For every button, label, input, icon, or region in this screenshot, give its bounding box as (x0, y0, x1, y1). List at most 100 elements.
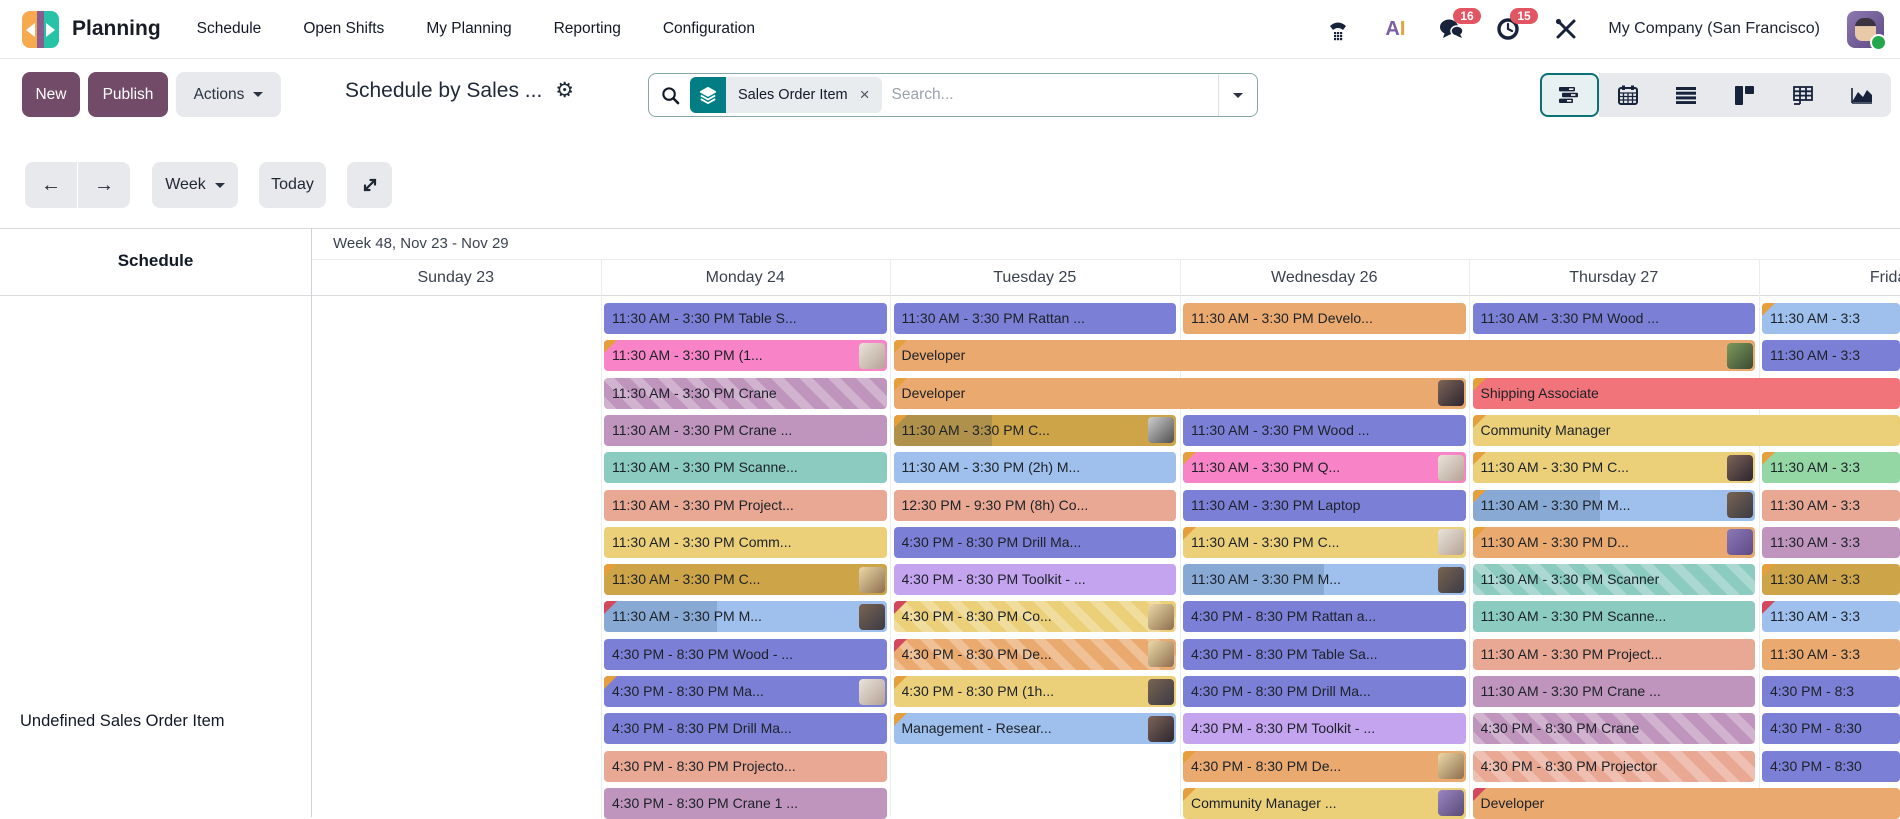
shift-pill[interactable]: 11:30 AM - 3:30 PM Wood ... (1183, 415, 1466, 446)
view-kanban-button[interactable] (1716, 73, 1775, 117)
shift-pill[interactable]: 11:30 AM - 3:30 PM Wood ... (1473, 303, 1756, 334)
shift-pill[interactable]: 4:30 PM - 8:30 PM (1h... (894, 676, 1177, 707)
view-pivot-button[interactable] (1774, 73, 1833, 117)
shift-pill[interactable]: 11:30 AM - 3:30 PM Scanne... (604, 452, 887, 483)
shift-pill[interactable]: 11:30 AM - 3:30 PM Crane (604, 378, 887, 409)
shift-pill[interactable]: 4:30 PM - 8:3 (1762, 676, 1900, 707)
shift-pill[interactable]: 11:30 AM - 3:30 PM C... (1473, 452, 1756, 483)
menu-schedule[interactable]: Schedule (197, 20, 262, 38)
shift-pill[interactable]: 11:30 AM - 3:30 PM Scanner (1473, 564, 1756, 595)
shift-pill[interactable]: 11:30 AM - 3:30 PM Crane ... (1473, 676, 1756, 707)
shift-pill[interactable]: 11:30 AM - 3:30 PM Table S... (604, 303, 887, 334)
prev-week-button[interactable]: ← (25, 162, 77, 208)
planning-app-icon[interactable] (22, 11, 59, 48)
shift-pill[interactable]: 11:30 AM - 3:3 (1762, 303, 1900, 334)
view-list-button[interactable] (1657, 73, 1716, 117)
shift-pill[interactable]: 4:30 PM - 8:30 PM Rattan a... (1183, 601, 1466, 632)
shift-pill[interactable]: 11:30 AM - 3:30 PM Q... (1183, 452, 1466, 483)
new-button[interactable]: New (22, 72, 80, 117)
publish-button[interactable]: Publish (88, 72, 168, 117)
view-graph-button[interactable] (1833, 73, 1892, 117)
actions-dropdown[interactable]: Actions (176, 72, 281, 117)
messages-icon[interactable]: 16 (1437, 14, 1467, 44)
range-dropdown[interactable]: Week (152, 162, 238, 208)
shift-pill[interactable]: 11:30 AM - 3:30 PM (1... (604, 340, 887, 371)
menu-reporting[interactable]: Reporting (554, 20, 621, 38)
shift-pill[interactable]: 11:30 AM - 3:3 (1762, 340, 1900, 371)
tools-debug-icon[interactable] (1551, 14, 1581, 44)
voip-phone-icon[interactable] (1323, 14, 1353, 44)
shift-pill[interactable]: 4:30 PM - 8:30 (1762, 713, 1900, 744)
app-name[interactable]: Planning (72, 17, 161, 41)
menu-configuration[interactable]: Configuration (663, 20, 755, 38)
shift-pill[interactable]: 4:30 PM - 8:30 PM Drill Ma... (604, 713, 887, 744)
activities-icon[interactable]: 15 (1494, 14, 1524, 44)
ai-icon[interactable]: AI (1380, 14, 1410, 44)
search-options-toggle[interactable] (1218, 74, 1257, 116)
planning-app: { "nav": { "app_name": "Planning", "menu… (0, 0, 1900, 817)
shift-pill-label: 4:30 PM - 8:30 PM Drill Ma... (612, 713, 883, 744)
shift-pill[interactable]: Community Manager (1473, 415, 1900, 446)
shift-pill[interactable]: 11:30 AM - 3:3 (1762, 639, 1900, 670)
shift-pill[interactable]: 11:30 AM - 3:30 PM Laptop (1183, 490, 1466, 521)
shift-pill[interactable]: 11:30 AM - 3:3 (1762, 527, 1900, 558)
shift-pill[interactable]: 4:30 PM - 8:30 PM Toolkit - ... (1183, 713, 1466, 744)
shift-pill[interactable]: 4:30 PM - 8:30 PM Projector (1473, 751, 1756, 782)
expand-button[interactable] (347, 162, 392, 208)
menu-my-planning[interactable]: My Planning (426, 20, 511, 38)
shift-pill[interactable]: 11:30 AM - 3:3 (1762, 601, 1900, 632)
shift-pill[interactable]: 11:30 AM - 3:3 (1762, 564, 1900, 595)
view-calendar-button[interactable] (1599, 73, 1658, 117)
shift-pill[interactable]: 11:30 AM - 3:3 (1762, 452, 1900, 483)
shift-pill[interactable]: Developer (894, 340, 1756, 371)
facet-close-icon[interactable]: × (856, 77, 882, 113)
menu-open-shifts[interactable]: Open Shifts (303, 20, 384, 38)
shift-pill[interactable]: 11:30 AM - 3:30 PM M... (604, 601, 887, 632)
shift-pill[interactable]: 4:30 PM - 8:30 PM Crane 1 ... (604, 788, 887, 819)
shift-pill[interactable]: 11:30 AM - 3:3 (1762, 490, 1900, 521)
search-input-area[interactable]: Sales Order Item × Search... (649, 74, 1218, 116)
shift-pill[interactable]: 4:30 PM - 8:30 PM Toolkit - ... (894, 564, 1177, 595)
unpublished-corner-icon (604, 564, 617, 577)
shift-pill[interactable]: 11:30 AM - 3:30 PM D... (1473, 527, 1756, 558)
shift-pill[interactable]: 4:30 PM - 8:30 PM Ma... (604, 676, 887, 707)
shift-pill[interactable]: 11:30 AM - 3:30 PM Comm... (604, 527, 887, 558)
shift-pill[interactable]: 11:30 AM - 3:30 PM Crane ... (604, 415, 887, 446)
shift-pill[interactable]: 11:30 AM - 3:30 PM Project... (1473, 639, 1756, 670)
shift-pill[interactable]: 4:30 PM - 8:30 PM Drill Ma... (1183, 676, 1466, 707)
shift-pill[interactable]: 11:30 AM - 3:30 PM (2h) M... (894, 452, 1177, 483)
shift-pill[interactable]: 4:30 PM - 8:30 PM Projecto... (604, 751, 887, 782)
view-gantt-button[interactable] (1540, 73, 1599, 117)
shift-pill[interactable]: 11:30 AM - 3:30 PM Project... (604, 490, 887, 521)
next-week-button[interactable]: → (78, 162, 130, 208)
shift-pill[interactable]: 11:30 AM - 3:30 PM Scanne... (1473, 601, 1756, 632)
shift-pill[interactable]: 11:30 AM - 3:30 PM Rattan ... (894, 303, 1177, 334)
search-bar[interactable]: Sales Order Item × Search... (648, 73, 1258, 117)
shift-pill[interactable]: 11:30 AM - 3:30 PM Develo... (1183, 303, 1466, 334)
shift-pill[interactable]: 11:30 AM - 3:30 PM C... (1183, 527, 1466, 558)
systray: AI 16 15 My Company (San Francisco) (1323, 11, 1900, 48)
shift-pill[interactable]: 4:30 PM - 8:30 PM De... (1183, 751, 1466, 782)
shift-pill[interactable]: Developer (1473, 788, 1900, 819)
shift-pill[interactable]: 4:30 PM - 8:30 PM Crane (1473, 713, 1756, 744)
gear-icon[interactable]: ⚙ (555, 78, 574, 103)
shift-pill[interactable]: 4:30 PM - 8:30 PM Wood - ... (604, 639, 887, 670)
gantt-row-label[interactable]: Undefined Sales Order Item (20, 712, 225, 731)
shift-pill[interactable]: 12:30 PM - 9:30 PM (8h) Co... (894, 490, 1177, 521)
shift-pill[interactable]: 11:30 AM - 3:30 PM M... (1473, 490, 1756, 521)
shift-pill[interactable]: 4:30 PM - 8:30 PM Drill Ma... (894, 527, 1177, 558)
shift-pill[interactable]: Shipping Associate (1473, 378, 1900, 409)
today-button[interactable]: Today (259, 162, 326, 208)
shift-pill[interactable]: 4:30 PM - 8:30 PM De... (894, 639, 1177, 670)
shift-pill[interactable]: 11:30 AM - 3:30 PM C... (604, 564, 887, 595)
shift-pill[interactable]: 4:30 PM - 8:30 (1762, 751, 1900, 782)
shift-pill[interactable]: 4:30 PM - 8:30 PM Table Sa... (1183, 639, 1466, 670)
shift-pill[interactable]: Management - Resear... (894, 713, 1177, 744)
shift-pill[interactable]: 4:30 PM - 8:30 PM Co... (894, 601, 1177, 632)
user-avatar[interactable] (1847, 11, 1884, 48)
shift-pill[interactable]: Community Manager ... (1183, 788, 1466, 819)
shift-pill[interactable]: Developer (894, 378, 1466, 409)
shift-pill[interactable]: 11:30 AM - 3:30 PM M... (1183, 564, 1466, 595)
company-switcher[interactable]: My Company (San Francisco) (1608, 20, 1820, 38)
shift-pill[interactable]: 11:30 AM - 3:30 PM C... (894, 415, 1177, 446)
